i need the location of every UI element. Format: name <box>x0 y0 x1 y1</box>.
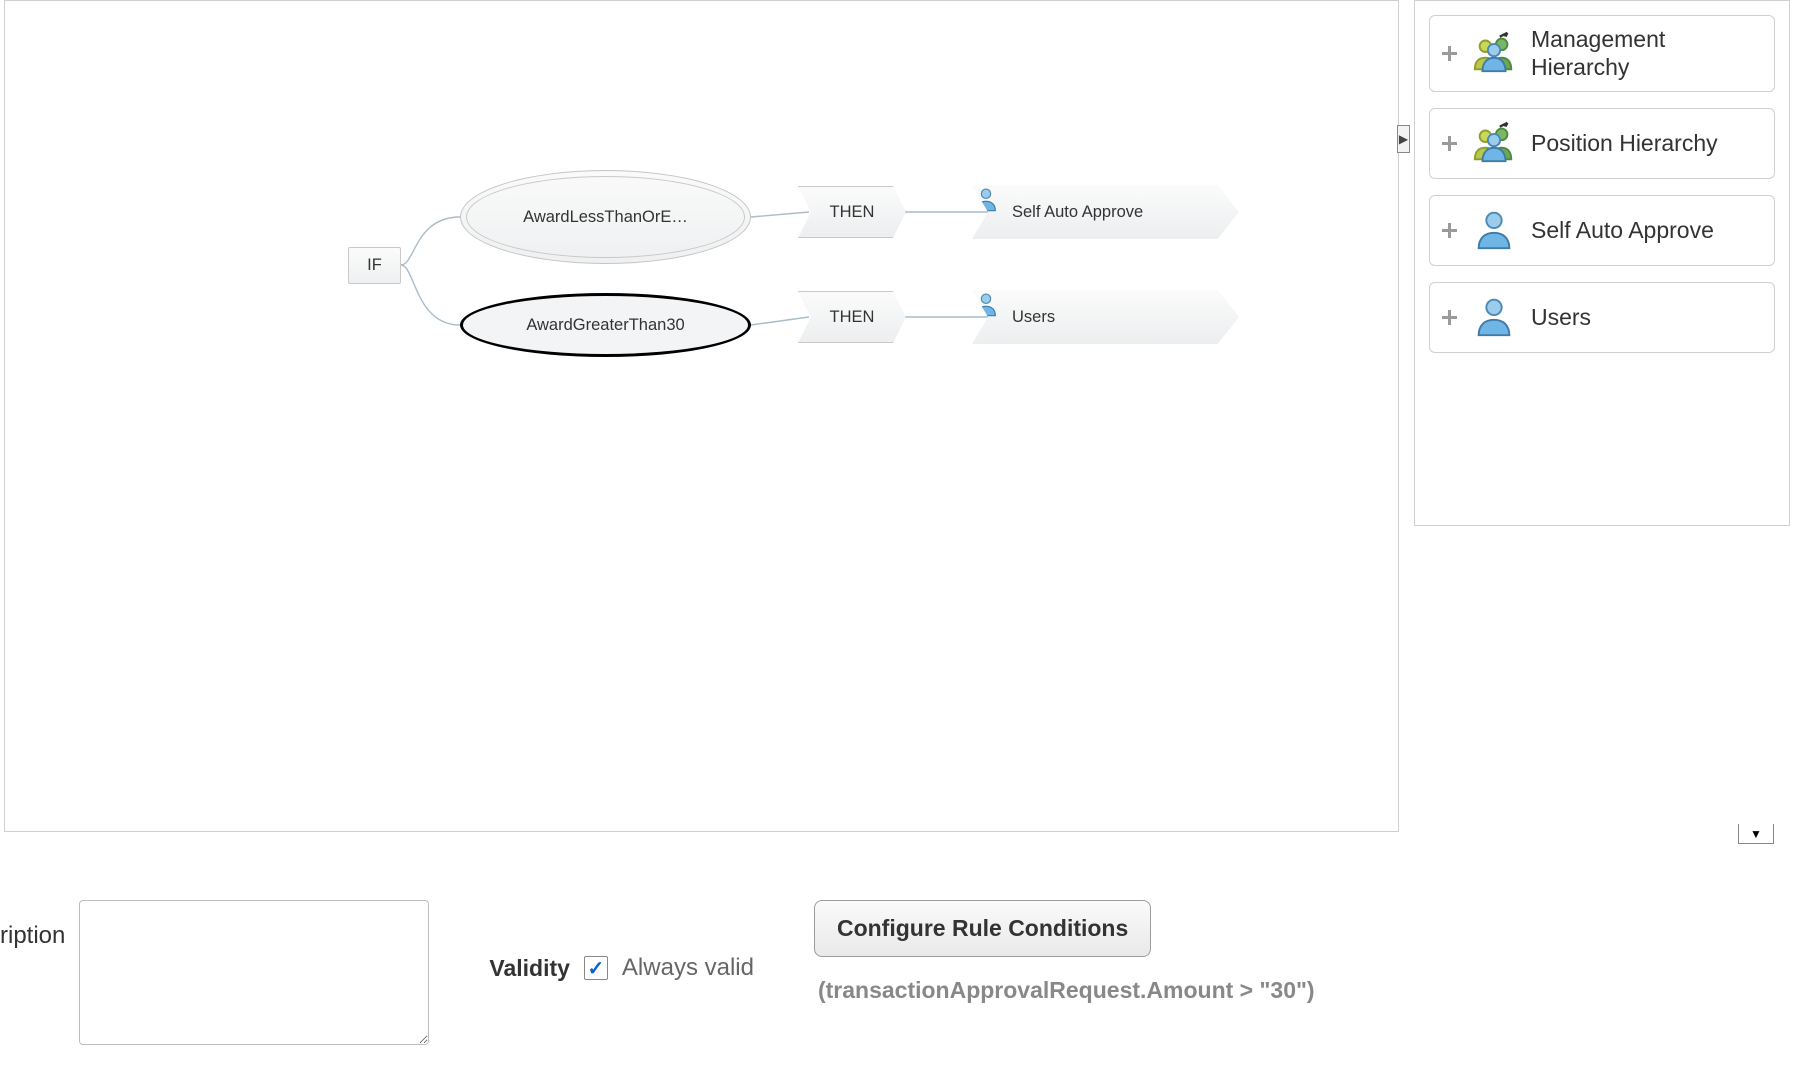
panel-collapse-handle[interactable]: ▶ <box>1397 125 1410 153</box>
then-label-1: THEN <box>830 203 875 222</box>
palette-item-management-hierarchy[interactable]: Management Hierarchy <box>1429 15 1775 92</box>
condition-node-2-selected[interactable]: AwardGreaterThan30 <box>460 293 751 357</box>
rule-canvas[interactable]: IF AwardLessThanOrE… AwardGreaterThan30 … <box>4 0 1399 832</box>
condition-label-1: AwardLessThanOrE… <box>523 208 688 227</box>
description-input[interactable] <box>79 900 429 1045</box>
always-valid-text: Always valid <box>622 954 754 982</box>
always-valid-checkbox[interactable]: ✓ <box>584 956 608 980</box>
palette-item-self-auto-approve[interactable]: Self Auto Approve <box>1429 195 1775 266</box>
then-node-1[interactable]: THEN <box>798 186 906 238</box>
palette-label: Management Hierarchy <box>1531 26 1762 81</box>
validity-field-block: Validity ✓ Always valid <box>489 900 754 982</box>
then-label-2: THEN <box>830 308 875 327</box>
approver-node-2[interactable]: Users <box>972 290 1239 344</box>
rule-conditions-block: Configure Rule Conditions (transactionAp… <box>814 900 1315 1004</box>
plus-icon <box>1442 310 1457 325</box>
if-node[interactable]: IF <box>348 247 401 284</box>
user-icon <box>1471 206 1517 255</box>
configure-rule-conditions-button[interactable]: Configure Rule Conditions <box>814 900 1151 957</box>
if-label: IF <box>367 256 382 275</box>
plus-icon <box>1442 223 1457 238</box>
then-node-2[interactable]: THEN <box>798 291 906 343</box>
description-field-block: ription <box>0 900 429 1045</box>
user-icon <box>1471 293 1517 342</box>
palette-label: Position Hierarchy <box>1531 130 1762 158</box>
condition-node-1[interactable]: AwardLessThanOrE… <box>460 170 751 264</box>
group-icon <box>1471 119 1517 168</box>
description-label: ription <box>0 900 65 951</box>
approver-node-1[interactable]: Self Auto Approve <box>972 185 1239 239</box>
palette-label: Self Auto Approve <box>1531 217 1762 245</box>
group-icon <box>1471 29 1517 78</box>
validity-label: Validity <box>489 955 570 982</box>
condition-label-2: AwardGreaterThan30 <box>526 316 684 335</box>
palette-item-users[interactable]: Users <box>1429 282 1775 353</box>
approver-palette: Management Hierarchy Position Hierarchy <box>1414 0 1790 526</box>
palette-item-position-hierarchy[interactable]: Position Hierarchy <box>1429 108 1775 179</box>
chevron-right-icon: ▶ <box>1399 132 1408 146</box>
plus-icon <box>1442 46 1457 61</box>
approver-label-1: Self Auto Approve <box>1012 203 1143 222</box>
approver-label-2: Users <box>1012 308 1055 327</box>
caret-down-icon: ▼ <box>1750 827 1762 841</box>
condition-expression: (transactionApprovalRequest.Amount > "30… <box>814 977 1315 1004</box>
dropdown-toggle[interactable]: ▼ <box>1738 824 1774 844</box>
palette-label: Users <box>1531 304 1762 332</box>
plus-icon <box>1442 136 1457 151</box>
